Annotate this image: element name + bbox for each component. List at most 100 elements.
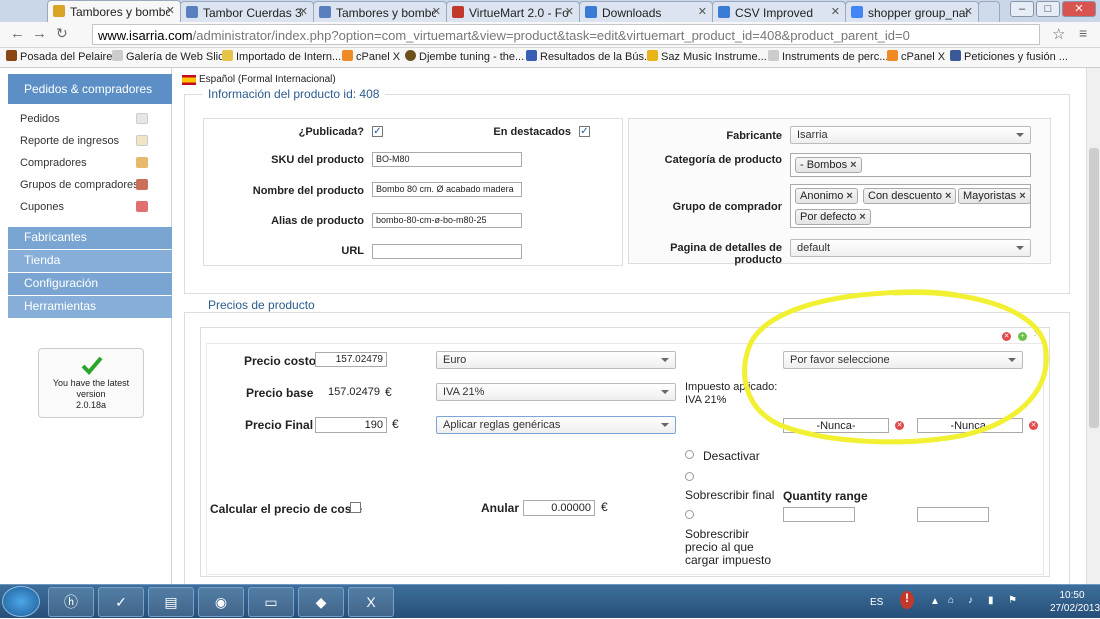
bookmark-favicon-icon [112, 50, 123, 61]
remove-chip-icon[interactable]: × [859, 211, 865, 223]
close-window-button[interactable]: ✕ [1062, 1, 1096, 17]
price-rules-select[interactable]: Aplicar reglas genéricas [436, 416, 676, 434]
remove-chip-icon[interactable]: × [945, 190, 951, 202]
bookmark-item[interactable]: Peticiones y fusión ... [950, 50, 1068, 63]
app-icon[interactable]: ◆ [298, 587, 344, 617]
featured-checkbox[interactable]: ✓ [579, 126, 590, 137]
detail-page-select[interactable]: default [790, 239, 1031, 257]
alert-icon[interactable]: ! [900, 591, 914, 609]
shopper-group-chip: Mayoristas × [958, 188, 1031, 204]
sidebar-item-orders[interactable]: Pedidos [20, 113, 148, 125]
sidebar-item-coupons[interactable]: Cupones [20, 201, 148, 213]
bookmark-item[interactable]: Galería de Web Slice [112, 50, 230, 63]
tray-flag-icon[interactable]: ⚑ [1008, 595, 1017, 606]
tax-select[interactable]: IVA 21% [436, 383, 676, 401]
quantity-start-input[interactable] [783, 507, 855, 522]
app-checkmark-icon[interactable]: ✓ [98, 587, 144, 617]
browser-tab[interactable]: Tambores y bombos ✕ [313, 1, 447, 22]
bookmark-item[interactable]: Saz Music Instrume... [647, 50, 767, 63]
scrollbar-thumb[interactable] [1089, 148, 1099, 428]
remove-chip-icon[interactable]: × [1019, 190, 1025, 202]
sku-input[interactable]: BO-M80 [372, 152, 522, 167]
sidebar-section-manufacturers[interactable]: Fabricantes [8, 227, 172, 249]
clock-date[interactable]: 27/02/2013 [1050, 603, 1100, 614]
start-button[interactable] [2, 586, 40, 617]
override-final-radio[interactable] [685, 472, 694, 481]
override-disable-radio[interactable] [685, 450, 694, 459]
tray-arrow-icon[interactable]: ▲ [930, 596, 940, 607]
manufacturer-select[interactable]: Isarria [790, 126, 1031, 144]
chrome-icon[interactable]: ◉ [198, 587, 244, 617]
folder-icon[interactable]: ▭ [248, 587, 294, 617]
tray-network-icon[interactable]: ⌂ [948, 595, 954, 606]
bookmark-item[interactable]: cPanel X [342, 50, 400, 63]
browser-tab[interactable]: Tambores y bombos ✕ [47, 0, 181, 23]
sidebar-section-configuration[interactable]: Configuración [8, 273, 172, 295]
chevron-down-icon [661, 423, 669, 427]
bookmark-item[interactable]: Resultados de la Bús... [526, 50, 653, 63]
site-favicon-icon [851, 6, 863, 18]
bookmarks-bar: Posada del Pelaire Galería de Web Slice … [0, 48, 1100, 68]
forward-icon[interactable]: → [32, 25, 47, 42]
browser-tab[interactable]: VirtueMart 2.0 - Foro ✕ [446, 1, 580, 22]
close-tab-icon[interactable]: ✕ [432, 5, 441, 18]
calc-cost-checkbox[interactable] [350, 502, 361, 513]
sidebar-item-shoppers[interactable]: Compradores [20, 157, 148, 169]
sidebar-section-orders[interactable]: Pedidos & compradores [8, 74, 172, 104]
excel-icon[interactable]: X [348, 587, 394, 617]
currency-select[interactable]: Euro [436, 351, 676, 369]
close-tab-icon[interactable]: ✕ [166, 4, 175, 17]
address-bar[interactable]: www.isarria.com/administrator/index.php?… [92, 24, 1040, 45]
remove-chip-icon[interactable]: × [850, 159, 856, 171]
published-label: ¿Publicada? [298, 126, 364, 138]
report-icon [136, 135, 148, 146]
clock-time[interactable]: 10:50 [1050, 590, 1094, 601]
maximize-button[interactable]: □ [1036, 1, 1060, 17]
override-price-input[interactable]: 0.00000 [523, 500, 595, 516]
category-multiselect[interactable]: - Bombos × [790, 153, 1031, 177]
published-checkbox[interactable]: ✓ [372, 126, 383, 137]
alias-input[interactable]: bombo-80-cm-ø-bo-m80-25 [372, 213, 522, 228]
remove-chip-icon[interactable]: × [846, 190, 852, 202]
tray-power-icon[interactable]: ▮ [988, 595, 994, 606]
bookmark-star-icon[interactable]: ☆ [1052, 25, 1065, 43]
cost-price-input[interactable]: 157.02479 [315, 352, 387, 367]
close-tab-icon[interactable]: ✕ [964, 5, 973, 18]
tray-volume-icon[interactable]: ♪ [968, 595, 973, 606]
quantity-end-input[interactable] [917, 507, 989, 522]
close-tab-icon[interactable]: ✕ [299, 5, 308, 18]
sidebar-item-revenue-report[interactable]: Reporte de ingresos [20, 135, 148, 147]
close-tab-icon[interactable]: ✕ [565, 5, 574, 18]
bookmark-item[interactable]: Djembe tuning - the... [405, 50, 524, 63]
browser-tab[interactable]: CSV Improved ✕ [712, 1, 846, 22]
hp-app-icon[interactable]: ⓗ [48, 587, 94, 617]
sidebar-section-tools[interactable]: Herramientas [8, 296, 172, 318]
bookmark-folder[interactable]: Importado de Intern... [222, 50, 341, 63]
file-explorer-icon[interactable]: ▤ [148, 587, 194, 617]
menu-icon[interactable]: ≡ [1079, 25, 1087, 41]
reload-icon[interactable]: ↻ [56, 25, 68, 42]
bookmark-item[interactable]: Posada del Pelaire [6, 50, 112, 63]
bookmark-item[interactable]: Instruments de perc... [768, 50, 888, 63]
language-indicator[interactable]: ES [870, 597, 883, 608]
bookmark-item[interactable]: cPanel X [887, 50, 945, 63]
page-scrollbar[interactable] [1086, 68, 1100, 584]
euro-sign: € [385, 385, 392, 399]
sidebar-item-shopper-groups[interactable]: Grupos de compradores [20, 179, 148, 191]
product-name-input[interactable]: Bombo 80 cm. Ø acabado madera [372, 182, 522, 197]
override-pretax-radio[interactable] [685, 510, 694, 519]
final-price-input[interactable]: 190 [315, 417, 387, 433]
url-input[interactable] [372, 244, 522, 259]
minimize-button[interactable]: – [1010, 1, 1034, 17]
sidebar-section-shop[interactable]: Tienda [8, 250, 172, 272]
close-tab-icon[interactable]: ✕ [831, 5, 840, 18]
back-icon[interactable]: ← [10, 25, 25, 42]
browser-tab[interactable]: shopper group_name✕ [845, 1, 979, 22]
close-tab-icon[interactable]: ✕ [698, 5, 707, 18]
browser-tab[interactable]: Tambor Cuerdas 38...✕ [180, 1, 314, 22]
new-tab-button[interactable] [978, 1, 1000, 22]
browser-tab[interactable]: Downloads ✕ [579, 1, 713, 22]
shopper-group-multiselect[interactable]: Anonimo × Con descuento × Mayoristas × Por … [790, 184, 1031, 228]
shopper-group-chip: Por defecto × [795, 209, 871, 225]
page-content: Pedidos & compradores Pedidos Reporte de… [0, 68, 1086, 584]
